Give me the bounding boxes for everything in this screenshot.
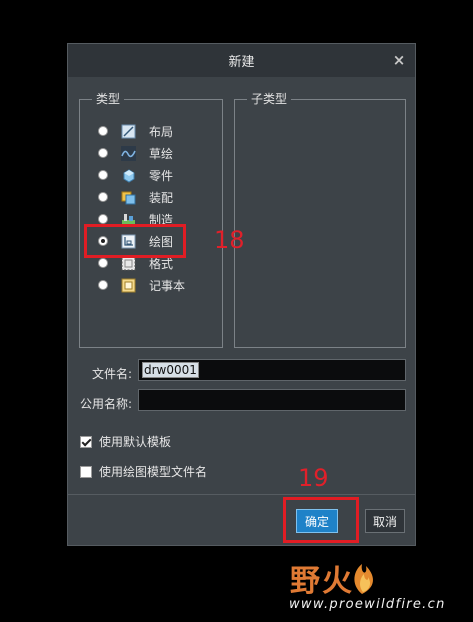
type-option-assembly[interactable]: 装配	[98, 187, 173, 207]
type-option-notebook[interactable]: 记事本	[98, 275, 185, 295]
filename-value: drw0001	[142, 362, 199, 378]
type-radio-part[interactable]	[98, 170, 108, 180]
type-radio-layout[interactable]	[98, 126, 108, 136]
use-drawing-model-filename-checkbox[interactable]	[80, 465, 92, 478]
type-label-part: 零件	[149, 168, 174, 183]
annotation-step-18: 18	[214, 226, 245, 254]
subtype-group: 子类型	[234, 92, 406, 348]
type-radio-format[interactable]	[98, 258, 108, 268]
notebook-icon	[121, 278, 136, 293]
type-radio-sketch[interactable]	[98, 148, 108, 158]
type-label-layout: 布局	[149, 124, 174, 139]
layout-icon	[121, 124, 136, 139]
close-icon[interactable]: ×	[391, 52, 407, 68]
cancel-button[interactable]: 取消	[365, 509, 405, 533]
filename-label: 文件名:	[91, 367, 132, 381]
dialog-title: 新建	[228, 55, 255, 70]
type-option-part[interactable]: 零件	[98, 165, 173, 185]
type-label-sketch: 草绘	[149, 146, 174, 161]
type-radio-notebook[interactable]	[98, 280, 108, 290]
use-default-template-option[interactable]: 使用默认模板	[80, 433, 171, 450]
use-drawing-model-filename-label: 使用绘图模型文件名	[99, 465, 208, 479]
footer-divider	[68, 494, 415, 495]
annotation-box-drawing	[84, 224, 186, 258]
annotation-box-ok	[283, 497, 359, 543]
type-option-sketch[interactable]: 草绘	[98, 143, 173, 163]
assembly-icon	[121, 190, 136, 205]
type-label-notebook: 记事本	[149, 278, 186, 293]
type-radio-assembly[interactable]	[98, 192, 108, 202]
type-label-assembly: 装配	[149, 190, 174, 205]
flame-icon	[354, 564, 373, 594]
type-group-legend: 类型	[92, 92, 125, 106]
sketch-icon	[121, 145, 136, 161]
dialog-titlebar: 新建 ×	[68, 44, 415, 77]
part-icon	[121, 168, 136, 183]
common-name-label: 公用名称:	[79, 397, 132, 411]
filename-field[interactable]: drw0001	[138, 359, 406, 381]
watermark-logo-text: 野火	[290, 564, 354, 599]
common-name-field[interactable]	[138, 389, 406, 411]
type-option-layout[interactable]: 布局	[98, 121, 173, 141]
subtype-group-legend: 子类型	[247, 92, 292, 106]
use-drawing-model-filename-option[interactable]: 使用绘图模型文件名	[80, 463, 207, 480]
watermark-url: www.proewildfire.cn	[289, 597, 446, 612]
annotation-step-19: 19	[298, 464, 329, 492]
type-radio-manufacturing[interactable]	[98, 214, 108, 224]
use-default-template-checkbox[interactable]	[80, 435, 92, 448]
new-file-dialog: 新建 × 类型 布局 草绘 零件 装配 制造 绘图 格式 记事本 子类型 文件名…	[67, 43, 416, 546]
use-default-template-label: 使用默认模板	[99, 435, 172, 449]
